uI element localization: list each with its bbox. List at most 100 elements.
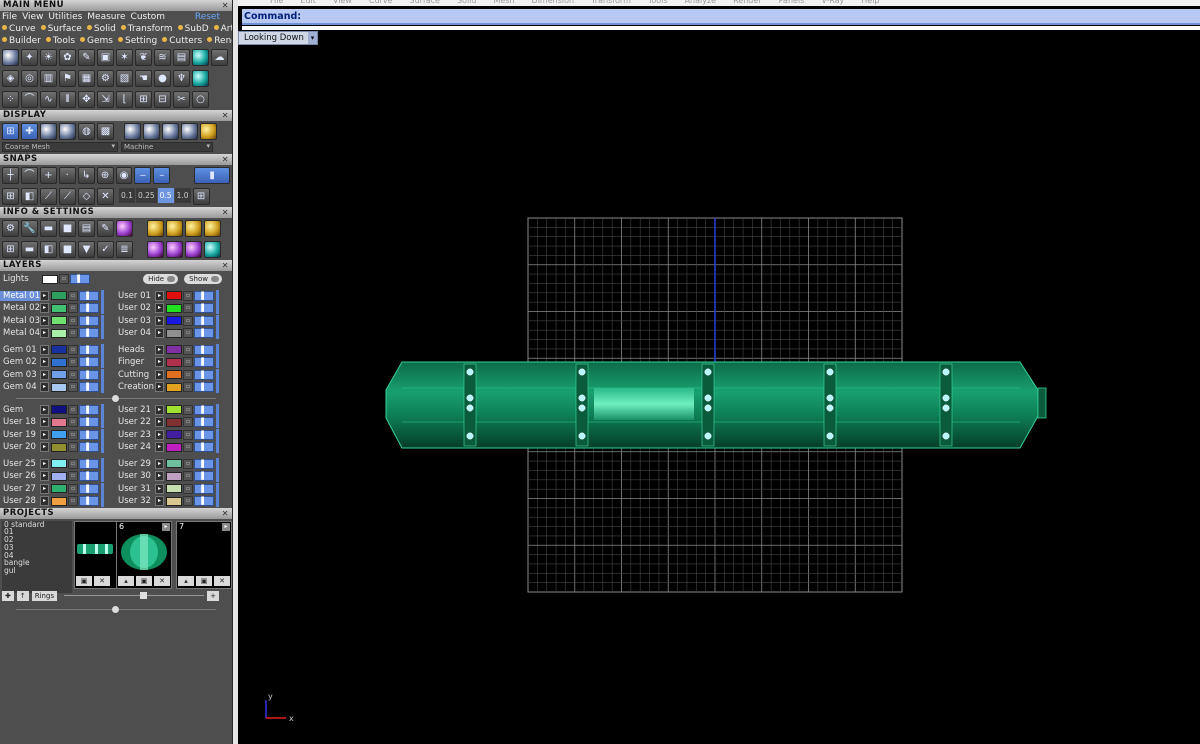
save-thumb5-icon[interactable]: ▣ bbox=[76, 575, 92, 586]
add-project-icon[interactable]: ✚ bbox=[2, 590, 14, 601]
layer-color-swatch[interactable] bbox=[166, 345, 182, 355]
show-toggle[interactable]: Show bbox=[184, 274, 222, 285]
flag-icon[interactable]: ⚑ bbox=[59, 70, 76, 87]
layer-expand-icon[interactable]: ▸ bbox=[40, 429, 49, 440]
box3d-icon[interactable]: ◧ bbox=[40, 241, 57, 258]
layer-lock-icon[interactable]: ▫ bbox=[183, 442, 193, 453]
material-1-icon[interactable] bbox=[124, 123, 141, 140]
layer-lock-icon[interactable]: ▫ bbox=[183, 315, 193, 326]
thumb-menu-7-icon[interactable]: ▸ bbox=[222, 522, 230, 531]
leaf-icon[interactable]: ❦ bbox=[135, 49, 152, 66]
menu-tools[interactable]: Tools bbox=[45, 35, 75, 47]
sun-icon[interactable]: ☀ bbox=[40, 49, 57, 66]
layer-item[interactable]: User 24 ▸ ▫ ▌ bbox=[115, 441, 230, 454]
snap-grid3-icon[interactable]: ⊞ bbox=[192, 188, 210, 205]
layer-item[interactable]: Metal 01 ▸ ▫ ▌ bbox=[0, 289, 115, 302]
layer-lock-icon[interactable]: ▫ bbox=[68, 471, 78, 482]
snap-grid-icon[interactable]: ┼ bbox=[2, 167, 19, 184]
layer-color-swatch[interactable] bbox=[51, 430, 67, 440]
layer-color-swatch[interactable] bbox=[166, 370, 182, 380]
layer-visibility-icon[interactable]: ▌ bbox=[79, 417, 99, 428]
window2-icon[interactable] bbox=[185, 220, 202, 237]
ring-icon[interactable]: ◎ bbox=[21, 70, 38, 87]
layer-lock-icon[interactable]: ▫ bbox=[68, 369, 78, 380]
layer-visibility-icon[interactable]: ▌ bbox=[194, 496, 214, 507]
gear-icon[interactable]: ⚙ bbox=[97, 70, 114, 87]
layer-color-swatch[interactable] bbox=[166, 471, 182, 481]
layer-color-swatch[interactable] bbox=[51, 357, 67, 367]
layer-color-swatch[interactable] bbox=[51, 496, 67, 506]
grid-display-icon[interactable]: ⊞ bbox=[2, 123, 19, 140]
snap-value-0.1[interactable]: 0.1 bbox=[119, 188, 135, 203]
material-2-icon[interactable] bbox=[143, 123, 160, 140]
layer-visibility-icon[interactable]: ▌ bbox=[194, 328, 214, 339]
reset-button[interactable]: Reset bbox=[195, 11, 232, 23]
book-icon[interactable]: ▥ bbox=[40, 70, 57, 87]
up-thumb7-icon[interactable]: ▴ bbox=[178, 575, 194, 586]
note-icon[interactable]: ✎ bbox=[97, 220, 114, 237]
up-thumb6-icon[interactable]: ▴ bbox=[118, 575, 134, 586]
bars-icon[interactable]: ⫴ bbox=[59, 91, 76, 108]
layer-expand-icon[interactable]: ▸ bbox=[155, 429, 164, 440]
layer-item[interactable]: User 01 ▸ ▫ ▌ bbox=[115, 289, 230, 302]
split-icon[interactable]: ⊟ bbox=[154, 91, 171, 108]
photo-icon[interactable]: ▧ bbox=[116, 70, 133, 87]
layer-name[interactable]: Metal 01 bbox=[0, 290, 40, 301]
layer-name[interactable]: Cutting bbox=[115, 370, 155, 380]
project-list-item[interactable]: 0 standard bbox=[4, 521, 72, 529]
scale-icon[interactable]: ⇲ bbox=[97, 91, 114, 108]
layer-color-swatch[interactable] bbox=[51, 328, 67, 338]
menu-curve[interactable]: Curve bbox=[2, 23, 36, 35]
snap-value-0.5[interactable]: 0.5 bbox=[157, 188, 174, 203]
project-list[interactable]: 0 standard 01 02 03 04 bangle gul bbox=[2, 520, 72, 593]
layer-color-swatch[interactable] bbox=[51, 370, 67, 380]
layer-name[interactable]: User 01 bbox=[115, 291, 155, 301]
layer-item[interactable]: Creation ▸ ▫ ▌ bbox=[115, 381, 230, 394]
snap-center-icon[interactable]: ⊕ bbox=[96, 167, 114, 184]
layer-lock-icon[interactable]: ▫ bbox=[68, 496, 78, 507]
shaded-display-icon[interactable] bbox=[40, 123, 57, 140]
render4-icon[interactable] bbox=[204, 241, 221, 258]
menu-art[interactable]: Art bbox=[213, 23, 232, 35]
layer-visibility-icon[interactable]: ▌ bbox=[194, 483, 214, 494]
truck-icon[interactable]: ▬ bbox=[40, 220, 57, 237]
layer-expand-icon[interactable]: ▸ bbox=[40, 328, 49, 339]
layer-item[interactable]: User 22 ▸ ▫ ▌ bbox=[115, 416, 230, 429]
layer-item[interactable]: User 29 ▸ ▫ ▌ bbox=[115, 457, 230, 470]
layer-lock-icon[interactable]: ▫ bbox=[183, 404, 193, 415]
delete-thumb7-icon[interactable]: ✕ bbox=[214, 575, 230, 586]
layer-item[interactable]: Gem 02 ▸ ▫ ▌ bbox=[0, 356, 115, 369]
layer-item[interactable]: User 25 ▸ ▫ ▌ bbox=[0, 457, 115, 470]
brush-icon[interactable]: ♆ bbox=[173, 70, 190, 87]
render2-icon[interactable] bbox=[166, 241, 183, 258]
layer-expand-icon[interactable]: ▸ bbox=[155, 290, 164, 301]
snap-value-1.0[interactable]: 1.0 bbox=[174, 188, 191, 203]
layer-expand-icon[interactable]: ▸ bbox=[155, 483, 164, 494]
layer-lock-icon[interactable]: ▫ bbox=[68, 382, 78, 393]
layer-item[interactable]: Gem ▸ ▫ ▌ bbox=[0, 403, 115, 416]
layer-name[interactable]: Heads bbox=[115, 345, 155, 355]
layer-color-swatch[interactable] bbox=[166, 382, 182, 392]
lights-lock-icon[interactable]: ▫ bbox=[59, 274, 69, 285]
layer-visibility-icon[interactable]: ▌ bbox=[194, 429, 214, 440]
layer-item[interactable]: Gem 01 ▸ ▫ ▌ bbox=[0, 343, 115, 356]
tile-icon[interactable]: ▦ bbox=[78, 70, 95, 87]
layer-expand-icon[interactable]: ▸ bbox=[40, 303, 49, 314]
hand-icon[interactable]: ☚ bbox=[135, 70, 152, 87]
layer-item[interactable]: User 18 ▸ ▫ ▌ bbox=[0, 416, 115, 429]
layer-visibility-icon[interactable]: ▌ bbox=[194, 290, 214, 301]
layer-visibility-icon[interactable]: ▌ bbox=[79, 369, 99, 380]
render1-icon[interactable] bbox=[147, 241, 164, 258]
snap-point-icon[interactable]: · bbox=[58, 167, 76, 184]
layer-visibility-icon[interactable]: ▌ bbox=[194, 404, 214, 415]
snap-dash-icon[interactable]: – bbox=[153, 167, 171, 184]
layer-lock-icon[interactable]: ▫ bbox=[183, 328, 193, 339]
layer-lock-icon[interactable]: ▫ bbox=[68, 344, 78, 355]
pen-icon[interactable]: ✎ bbox=[78, 49, 95, 66]
delete-thumb6-icon[interactable]: ✕ bbox=[154, 575, 170, 586]
map-icon[interactable]: ▩ bbox=[97, 123, 114, 140]
layer-visibility-icon[interactable]: ▌ bbox=[79, 328, 99, 339]
layer-name[interactable]: User 21 bbox=[115, 405, 155, 415]
layer-name[interactable]: User 24 bbox=[115, 442, 155, 452]
layer-item[interactable]: User 27 ▸ ▫ ▌ bbox=[0, 482, 115, 495]
